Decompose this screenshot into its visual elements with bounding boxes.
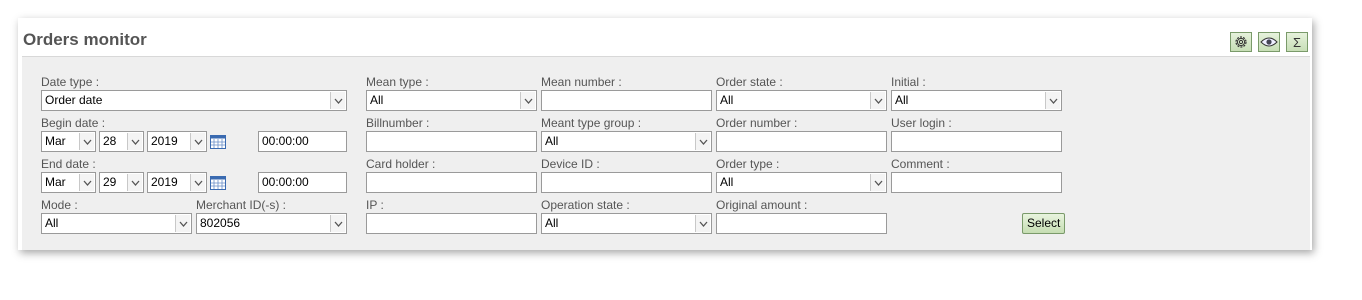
filter-form: Date type : Order date Begin date : Mar … [22,56,1310,250]
mean-type-value: All [370,93,384,107]
begin-day-value: 28 [103,134,117,148]
order-type-label: Order type : [716,157,780,171]
end-year-select[interactable]: 2019 [147,172,207,193]
begin-time-input[interactable]: 00:00:00 [258,131,347,152]
initial-select[interactable]: All [891,90,1062,111]
end-month-select[interactable]: Mar [41,172,96,193]
comment-label: Comment : [891,157,950,171]
begin-year-select[interactable]: 2019 [147,131,207,152]
ip-label: IP : [366,198,384,212]
chevron-down-icon [175,215,190,232]
calendar-icon[interactable] [210,135,226,149]
mean-type-label: Mean type : [366,75,429,89]
mode-label: Mode : [41,198,78,212]
operation-state-value: All [545,216,559,230]
user-login-label: User login : [891,116,952,130]
chevron-down-icon [330,92,345,109]
merchant-ids-select[interactable]: 802056 [196,213,347,234]
chevron-down-icon [190,133,205,150]
date-type-label: Date type : [41,75,100,89]
begin-year-value: 2019 [151,134,178,148]
chevron-down-icon [1045,92,1060,109]
order-number-label: Order number : [716,116,798,130]
chevron-down-icon [127,174,142,191]
device-id-input[interactable] [541,172,712,193]
mean-type-select[interactable]: All [366,90,537,111]
view-button[interactable] [1258,32,1280,52]
sum-icon: Σ [1292,34,1302,50]
begin-month-value: Mar [45,134,66,148]
card-holder-input[interactable] [366,172,537,193]
original-amount-label: Original amount : [716,198,808,212]
order-state-value: All [720,93,734,107]
end-date-label: End date : [41,157,96,171]
billnumber-input[interactable] [366,131,537,152]
chevron-down-icon [190,174,205,191]
sum-button[interactable]: Σ [1286,32,1308,52]
meant-type-group-label: Meant type group : [541,116,642,130]
end-day-select[interactable]: 29 [99,172,144,193]
mode-value: All [45,216,59,230]
settings-button[interactable] [1230,32,1252,52]
gear-icon [1235,36,1247,48]
chevron-down-icon [520,92,535,109]
end-month-value: Mar [45,175,66,189]
orders-monitor-panel: Orders monitor Σ Date type : Order date … [18,18,1312,250]
chevron-down-icon [695,133,710,150]
initial-label: Initial : [891,75,926,89]
meant-type-group-select[interactable]: All [541,131,712,152]
chevron-down-icon [870,92,885,109]
chevron-down-icon [79,133,94,150]
end-day-value: 29 [103,175,117,189]
operation-state-select[interactable]: All [541,213,712,234]
order-state-label: Order state : [716,75,783,89]
ip-input[interactable] [366,213,537,234]
operation-state-label: Operation state : [541,198,630,212]
chevron-down-icon [870,174,885,191]
merchant-ids-value: 802056 [200,216,241,230]
order-number-input[interactable] [716,131,887,152]
page-title: Orders monitor [23,30,147,49]
comment-input[interactable] [891,172,1062,193]
select-button[interactable]: Select [1022,213,1066,234]
order-type-value: All [720,175,734,189]
user-login-input[interactable] [891,131,1062,152]
eye-icon [1260,37,1278,47]
device-id-label: Device ID : [541,157,600,171]
original-amount-input[interactable] [716,213,887,234]
card-holder-label: Card holder : [366,157,436,171]
begin-day-select[interactable]: 28 [99,131,144,152]
order-state-select[interactable]: All [716,90,887,111]
chevron-down-icon [695,215,710,232]
initial-value: All [895,93,909,107]
order-type-select[interactable]: All [716,172,887,193]
chevron-down-icon [79,174,94,191]
date-type-value: Order date [45,93,103,107]
mode-select[interactable]: All [41,213,192,234]
begin-month-select[interactable]: Mar [41,131,96,152]
end-time-input[interactable]: 00:00:00 [258,172,347,193]
meant-type-group-value: All [545,134,559,148]
date-type-select[interactable]: Order date [41,90,347,111]
end-year-value: 2019 [151,175,178,189]
mean-number-label: Mean number : [541,75,622,89]
mean-number-input[interactable] [541,90,712,111]
chevron-down-icon [127,133,142,150]
chevron-down-icon [330,215,345,232]
merchant-ids-label: Merchant ID(-s) : [196,198,287,212]
begin-date-label: Begin date : [41,116,106,130]
calendar-icon[interactable] [210,176,226,190]
billnumber-label: Billnumber : [366,116,430,130]
